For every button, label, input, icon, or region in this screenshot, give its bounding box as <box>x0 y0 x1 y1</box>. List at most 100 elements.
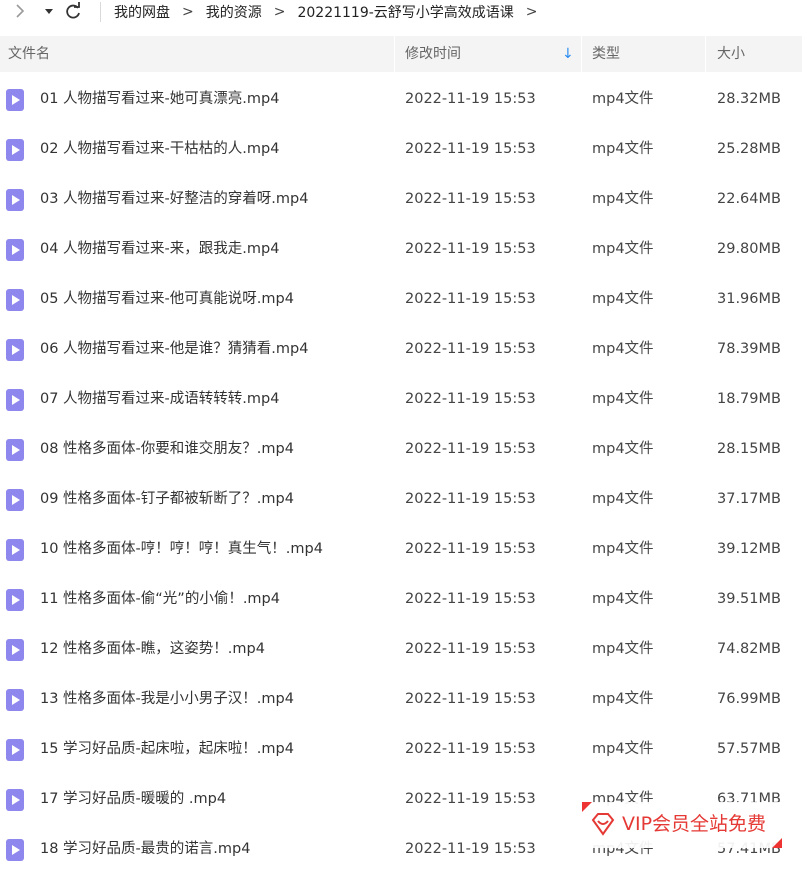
column-header-modified[interactable]: 修改时间 <box>405 36 461 72</box>
file-name[interactable]: 02 人物描写看过来-干枯枯的人.mp4 <box>40 124 279 174</box>
file-type: mp4文件 <box>592 441 654 457</box>
video-file-icon <box>6 539 24 561</box>
file-row[interactable]: 08 性格多面体-你要和谁交朋友？.mp4 2022-11-19 15:53 mp4… <box>0 424 802 474</box>
toolbar: 我的网盘 > 我的资源 > 20221119-云舒写小学高效成语课 > <box>0 0 802 24</box>
file-type: mp4文件 <box>592 541 654 557</box>
file-row[interactable]: 02 人物描写看过来-干枯枯的人.mp4 2022-11-19 15:53 mp4文… <box>0 124 802 174</box>
file-name[interactable]: 04 人物描写看过来-来，跟我走.mp4 <box>40 224 279 274</box>
video-file-icon <box>6 439 24 461</box>
file-size: 78.39MB <box>717 341 781 357</box>
file-size: 39.51MB <box>717 591 781 607</box>
file-name[interactable]: 05 人物描写看过来-他可真能说呀.mp4 <box>40 274 294 324</box>
file-type: mp4文件 <box>592 491 654 507</box>
vip-promo-badge[interactable]: VIP会员全站免费 <box>582 802 782 848</box>
video-file-icon <box>6 739 24 761</box>
file-name[interactable]: 07 人物描写看过来-成语转转转.mp4 <box>40 374 279 424</box>
video-file-icon <box>6 339 24 361</box>
breadcrumb: 我的网盘 > 我的资源 > 20221119-云舒写小学高效成语课 > <box>114 2 550 22</box>
file-row[interactable]: 13 性格多面体-我是小小男子汉！.mp4 2022-11-19 15:53 mp4… <box>0 674 802 724</box>
file-name[interactable]: 11 性格多面体-偷“光”的小偷！.mp4 <box>40 574 280 624</box>
column-header-name[interactable]: 文件名 <box>8 36 50 72</box>
column-header-type[interactable]: 类型 <box>592 36 620 72</box>
file-type: mp4文件 <box>592 191 654 207</box>
chevron-right-icon[interactable] <box>14 1 26 26</box>
file-size: 74.82MB <box>717 641 781 657</box>
file-size: 29.80MB <box>717 241 781 257</box>
sort-descending-icon[interactable]: ↓ <box>562 36 574 72</box>
file-name[interactable]: 10 性格多面体-哼！哼！哼！真生气！.mp4 <box>40 524 323 574</box>
column-divider[interactable] <box>394 36 395 72</box>
file-modified-date: 2022-11-19 15:53 <box>405 141 536 157</box>
video-file-icon <box>6 239 24 261</box>
file-modified-date: 2022-11-19 15:53 <box>405 691 536 707</box>
file-size: 22.64MB <box>717 191 781 207</box>
file-name[interactable]: 01 人物描写看过来-她可真漂亮.mp4 <box>40 74 279 124</box>
video-file-icon <box>6 839 24 861</box>
video-file-icon <box>6 689 24 711</box>
video-file-icon <box>6 589 24 611</box>
file-row[interactable]: 12 性格多面体-瞧，这姿势！.mp4 2022-11-19 15:53 mp4文件… <box>0 624 802 674</box>
file-modified-date: 2022-11-19 15:53 <box>405 241 536 257</box>
file-type: mp4文件 <box>592 91 654 107</box>
file-row[interactable]: 07 人物描写看过来-成语转转转.mp4 2022-11-19 15:53 mp4文… <box>0 374 802 424</box>
file-name[interactable]: 06 人物描写看过来-他是谁？猜猜看.mp4 <box>40 324 308 374</box>
column-divider[interactable] <box>705 36 706 72</box>
file-type: mp4文件 <box>592 291 654 307</box>
file-type: mp4文件 <box>592 391 654 407</box>
file-size: 28.15MB <box>717 441 781 457</box>
file-type: mp4文件 <box>592 691 654 707</box>
file-size: 28.32MB <box>717 91 781 107</box>
breadcrumb-separator: > <box>273 4 286 20</box>
file-name[interactable]: 17 学习好品质-暖暖的 .mp4 <box>40 774 226 824</box>
file-row[interactable]: 06 人物描写看过来-他是谁？猜猜看.mp4 2022-11-19 15:53 mp… <box>0 324 802 374</box>
file-name[interactable]: 12 性格多面体-瞧，这姿势！.mp4 <box>40 624 265 674</box>
file-size: 18.79MB <box>717 391 781 407</box>
file-row[interactable]: 05 人物描写看过来-他可真能说呀.mp4 2022-11-19 15:53 mp4… <box>0 274 802 324</box>
video-file-icon <box>6 389 24 411</box>
diamond-icon <box>590 812 616 836</box>
file-type: mp4文件 <box>592 241 654 257</box>
breadcrumb-separator[interactable]: > <box>526 4 538 20</box>
file-type: mp4文件 <box>592 591 654 607</box>
file-modified-date: 2022-11-19 15:53 <box>405 191 536 207</box>
video-file-icon <box>6 189 24 211</box>
file-row[interactable]: 15 学习好品质-起床啦，起床啦！.mp4 2022-11-19 15:53 mp4… <box>0 724 802 774</box>
file-size: 57.57MB <box>717 741 781 757</box>
refresh-icon[interactable] <box>64 1 82 26</box>
video-file-icon <box>6 89 24 111</box>
breadcrumb-item-my-resources[interactable]: 我的资源 <box>206 2 262 22</box>
video-file-icon <box>6 639 24 661</box>
file-modified-date: 2022-11-19 15:53 <box>405 291 536 307</box>
breadcrumb-item-current-folder[interactable]: 20221119-云舒写小学高效成语课 <box>297 2 513 22</box>
file-row[interactable]: 04 人物描写看过来-来，跟我走.mp4 2022-11-19 15:53 mp4文… <box>0 224 802 274</box>
file-type: mp4文件 <box>592 141 654 157</box>
video-file-icon <box>6 789 24 811</box>
file-modified-date: 2022-11-19 15:53 <box>405 741 536 757</box>
column-header-size[interactable]: 大小 <box>717 36 745 72</box>
file-size: 76.99MB <box>717 691 781 707</box>
vip-promo-text: VIP会员全站免费 <box>622 813 767 835</box>
toolbar-divider <box>100 2 101 22</box>
file-name[interactable]: 08 性格多面体-你要和谁交朋友？.mp4 <box>40 424 294 474</box>
file-size: 31.96MB <box>717 291 781 307</box>
caret-down-icon[interactable] <box>44 1 54 26</box>
column-header: 文件名 修改时间 ↓ 类型 大小 <box>0 36 802 72</box>
file-row[interactable]: 09 性格多面体-钉子都被斩断了？.mp4 2022-11-19 15:53 mp4… <box>0 474 802 524</box>
file-modified-date: 2022-11-19 15:53 <box>405 391 536 407</box>
file-name[interactable]: 03 人物描写看过来-好整洁的穿着呀.mp4 <box>40 174 308 224</box>
file-modified-date: 2022-11-19 15:53 <box>405 791 536 807</box>
file-modified-date: 2022-11-19 15:53 <box>405 491 536 507</box>
breadcrumb-item-my-drive[interactable]: 我的网盘 <box>114 2 170 22</box>
file-row[interactable]: 01 人物描写看过来-她可真漂亮.mp4 2022-11-19 15:53 mp4文… <box>0 74 802 124</box>
column-divider[interactable] <box>581 36 582 72</box>
file-row[interactable]: 10 性格多面体-哼！哼！哼！真生气！.mp4 2022-11-19 15:53 m… <box>0 524 802 574</box>
file-row[interactable]: 03 人物描写看过来-好整洁的穿着呀.mp4 2022-11-19 15:53 mp… <box>0 174 802 224</box>
file-name[interactable]: 13 性格多面体-我是小小男子汉！.mp4 <box>40 674 294 724</box>
file-modified-date: 2022-11-19 15:53 <box>405 91 536 107</box>
file-modified-date: 2022-11-19 15:53 <box>405 341 536 357</box>
file-row[interactable]: 11 性格多面体-偷“光”的小偷！.mp4 2022-11-19 15:53 mp4… <box>0 574 802 624</box>
file-name[interactable]: 09 性格多面体-钉子都被斩断了？.mp4 <box>40 474 294 524</box>
file-name[interactable]: 15 学习好品质-起床啦，起床啦！.mp4 <box>40 724 294 774</box>
file-type: mp4文件 <box>592 741 654 757</box>
file-type: mp4文件 <box>592 341 654 357</box>
